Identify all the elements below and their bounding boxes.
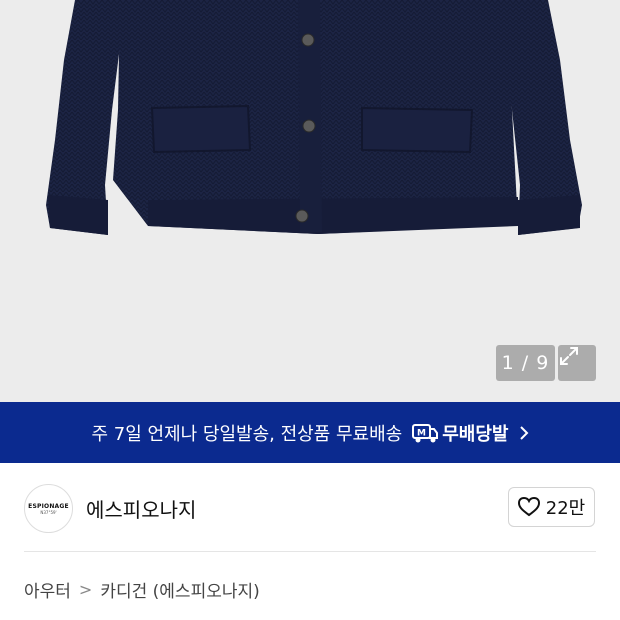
brand-logo-subtext: N37°59' [40, 509, 57, 515]
breadcrumb-item-cardigan[interactable]: 카디건 (에스피오나지) [100, 577, 259, 602]
product-image-gallery[interactable]: 1 / 9 [0, 0, 620, 402]
brand-logo[interactable]: ESPIONAGE N37°59' [24, 484, 73, 533]
brand-name-link[interactable]: 에스피오나지 [86, 494, 196, 523]
like-count: 22만 [545, 498, 586, 519]
brand-logo-text: ESPIONAGE [28, 502, 69, 510]
delivery-badge-label: 무배당발 [442, 423, 509, 445]
like-button[interactable]: 22만 [508, 487, 595, 527]
expand-icon [560, 347, 578, 365]
delivery-truck-icon: M [412, 423, 439, 442]
svg-text:M: M [417, 428, 426, 438]
breadcrumb: 아우터 > 카디건 (에스피오나지) [24, 577, 260, 602]
brand-row: ESPIONAGE N37°59' 에스피오나지 22만 [0, 463, 620, 553]
breadcrumb-item-outer[interactable]: 아우터 [24, 577, 71, 602]
breadcrumb-separator: > [78, 580, 93, 599]
banner-text: 주 7일 언제나 당일발송, 전상품 무료배송 [91, 423, 403, 445]
divider [24, 551, 596, 552]
cardigan-image [46, 0, 582, 235]
delivery-badge: M 무배당발 [412, 420, 509, 446]
shipping-promo-banner[interactable]: 주 7일 언제나 당일발송, 전상품 무료배송 M 무배당발 [0, 402, 620, 463]
chevron-right-icon [519, 425, 528, 440]
image-counter: 1 / 9 [496, 345, 555, 381]
expand-button[interactable] [558, 345, 596, 381]
heart-icon [517, 497, 540, 517]
